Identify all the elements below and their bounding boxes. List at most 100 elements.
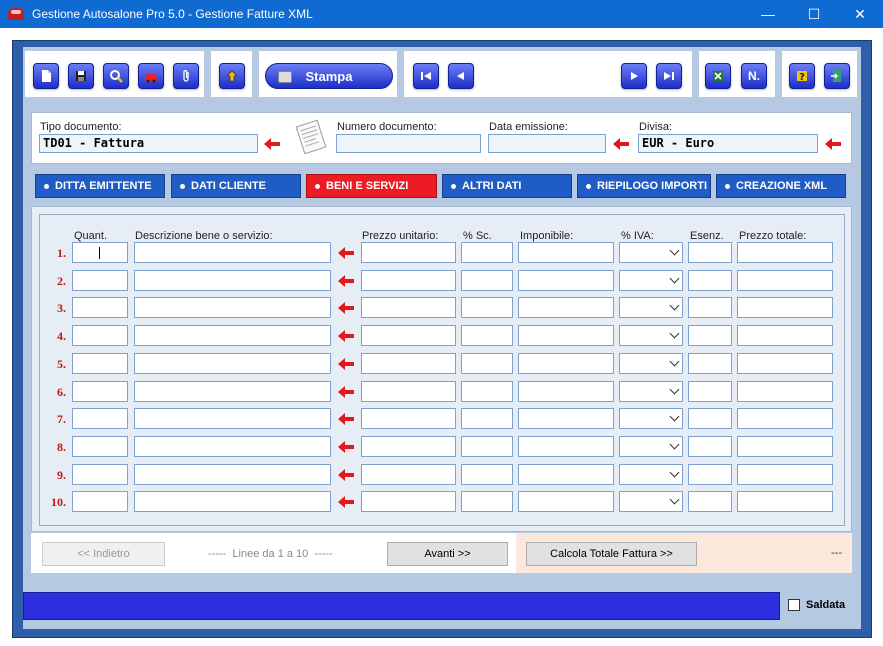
vat-select[interactable] xyxy=(619,408,683,429)
tab-creazione-xml[interactable]: CREAZIONE XML xyxy=(716,174,846,198)
taxable-cell[interactable] xyxy=(518,325,614,346)
attachment-button[interactable] xyxy=(173,63,199,89)
quantity-cell[interactable] xyxy=(72,464,128,485)
discount-cell[interactable] xyxy=(461,297,513,318)
description-cell[interactable] xyxy=(134,464,331,485)
total-price-cell[interactable] xyxy=(737,464,833,485)
description-cell[interactable] xyxy=(134,297,331,318)
vat-select[interactable] xyxy=(619,436,683,457)
total-price-cell[interactable] xyxy=(737,297,833,318)
quantity-cell[interactable] xyxy=(72,242,128,263)
tab-beni-e-servizi[interactable]: BENI E SERVIZI xyxy=(306,174,437,198)
discount-cell[interactable] xyxy=(461,242,513,263)
exempt-cell[interactable] xyxy=(688,325,732,346)
discount-cell[interactable] xyxy=(461,325,513,346)
discount-cell[interactable] xyxy=(461,381,513,402)
taxable-cell[interactable] xyxy=(518,270,614,291)
save-button[interactable] xyxy=(68,63,94,89)
issue-date-field[interactable] xyxy=(488,134,606,153)
description-cell[interactable] xyxy=(134,408,331,429)
total-price-cell[interactable] xyxy=(737,242,833,263)
description-cell[interactable] xyxy=(134,242,331,263)
description-cell[interactable] xyxy=(134,353,331,374)
search-button[interactable] xyxy=(103,63,129,89)
description-picker-button[interactable] xyxy=(337,301,355,315)
description-picker-button[interactable] xyxy=(337,357,355,371)
description-cell[interactable] xyxy=(134,491,331,512)
exempt-cell[interactable] xyxy=(688,436,732,457)
print-button[interactable]: Stampa xyxy=(265,63,393,89)
tab-altri-dati[interactable]: ALTRI DATI xyxy=(442,174,572,198)
quantity-cell[interactable] xyxy=(72,408,128,429)
quantity-cell[interactable] xyxy=(72,353,128,374)
total-price-cell[interactable] xyxy=(737,381,833,402)
unit-price-cell[interactable] xyxy=(361,297,456,318)
currency-field[interactable]: EUR - Euro xyxy=(638,134,818,153)
issue-date-picker-button[interactable] xyxy=(612,137,630,151)
quantity-cell[interactable] xyxy=(72,381,128,402)
unit-price-cell[interactable] xyxy=(361,381,456,402)
description-picker-button[interactable] xyxy=(337,495,355,509)
quantity-cell[interactable] xyxy=(72,325,128,346)
taxable-cell[interactable] xyxy=(518,491,614,512)
exempt-cell[interactable] xyxy=(688,464,732,485)
exempt-cell[interactable] xyxy=(688,270,732,291)
vat-select[interactable] xyxy=(619,353,683,374)
paid-checkbox-group[interactable]: Saldata xyxy=(788,599,845,611)
description-cell[interactable] xyxy=(134,381,331,402)
unit-price-cell[interactable] xyxy=(361,242,456,263)
home-button[interactable] xyxy=(219,63,245,89)
close-button[interactable]: ✕ xyxy=(837,0,883,28)
discount-cell[interactable] xyxy=(461,270,513,291)
taxable-cell[interactable] xyxy=(518,381,614,402)
unit-price-cell[interactable] xyxy=(361,464,456,485)
exit-button[interactable] xyxy=(824,63,850,89)
paid-checkbox[interactable] xyxy=(788,599,800,611)
description-cell[interactable] xyxy=(134,270,331,291)
description-cell[interactable] xyxy=(134,325,331,346)
car-button[interactable] xyxy=(138,63,164,89)
total-price-cell[interactable] xyxy=(737,270,833,291)
tab-riepilogo-importi[interactable]: RIEPILOGO IMPORTI xyxy=(577,174,711,198)
previous-record-button[interactable] xyxy=(448,63,474,89)
quantity-cell[interactable] xyxy=(72,270,128,291)
vat-select[interactable] xyxy=(619,491,683,512)
back-button[interactable]: << Indietro xyxy=(42,542,165,566)
unit-price-cell[interactable] xyxy=(361,270,456,291)
total-price-cell[interactable] xyxy=(737,491,833,512)
description-picker-button[interactable] xyxy=(337,246,355,260)
next-record-button[interactable] xyxy=(621,63,647,89)
unit-price-cell[interactable] xyxy=(361,436,456,457)
unit-price-cell[interactable] xyxy=(361,325,456,346)
total-price-cell[interactable] xyxy=(737,325,833,346)
numbering-button[interactable]: N. xyxy=(741,63,767,89)
total-price-cell[interactable] xyxy=(737,436,833,457)
exempt-cell[interactable] xyxy=(688,242,732,263)
tab-ditta-emittente[interactable]: DITTA EMITTENTE xyxy=(35,174,165,198)
exempt-cell[interactable] xyxy=(688,353,732,374)
total-price-cell[interactable] xyxy=(737,408,833,429)
exempt-cell[interactable] xyxy=(688,491,732,512)
taxable-cell[interactable] xyxy=(518,464,614,485)
discount-cell[interactable] xyxy=(461,464,513,485)
currency-picker-button[interactable] xyxy=(824,137,842,151)
exempt-cell[interactable] xyxy=(688,297,732,318)
taxable-cell[interactable] xyxy=(518,353,614,374)
description-picker-button[interactable] xyxy=(337,412,355,426)
forward-button[interactable]: Avanti >> xyxy=(387,542,508,566)
quantity-cell[interactable] xyxy=(72,297,128,318)
description-picker-button[interactable] xyxy=(337,468,355,482)
vat-select[interactable] xyxy=(619,381,683,402)
quantity-cell[interactable] xyxy=(72,491,128,512)
doc-type-picker-button[interactable] xyxy=(263,137,281,151)
description-picker-button[interactable] xyxy=(337,274,355,288)
description-picker-button[interactable] xyxy=(337,440,355,454)
taxable-cell[interactable] xyxy=(518,436,614,457)
help-button[interactable]: ? xyxy=(789,63,815,89)
vat-select[interactable] xyxy=(619,242,683,263)
unit-price-cell[interactable] xyxy=(361,353,456,374)
unit-price-cell[interactable] xyxy=(361,408,456,429)
description-picker-button[interactable] xyxy=(337,385,355,399)
exempt-cell[interactable] xyxy=(688,381,732,402)
vat-select[interactable] xyxy=(619,464,683,485)
